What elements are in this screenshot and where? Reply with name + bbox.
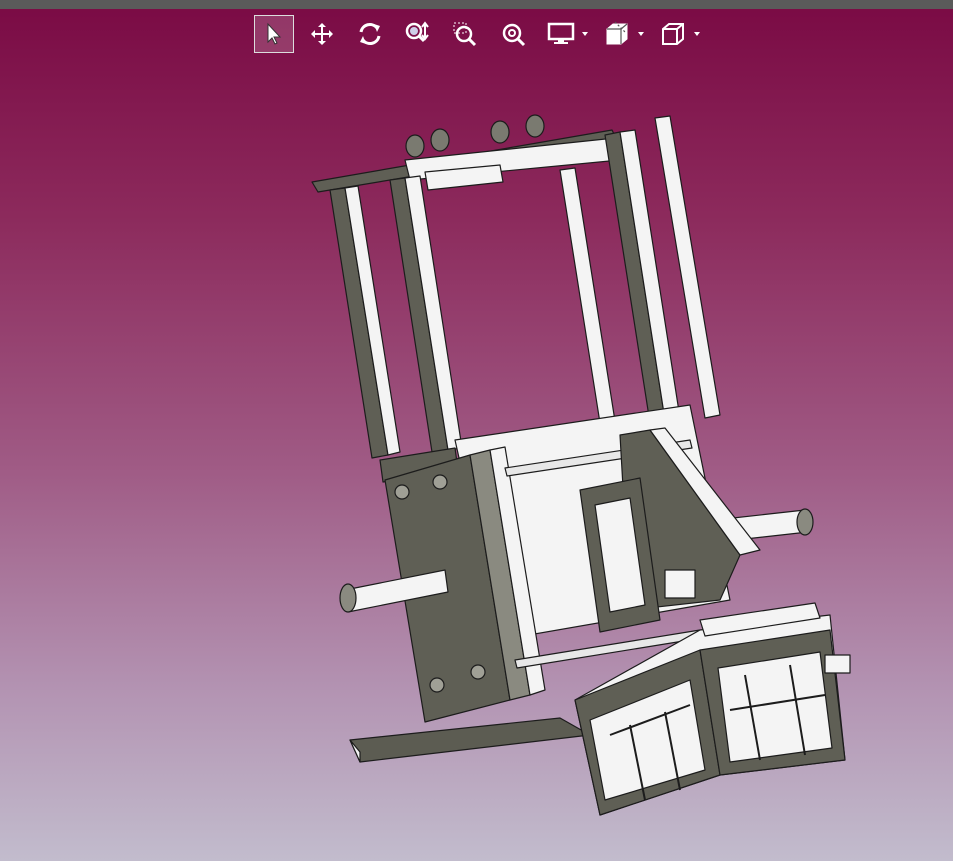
machine-assembly-model[interactable] xyxy=(0,0,953,861)
3d-viewport[interactable] xyxy=(0,0,953,861)
